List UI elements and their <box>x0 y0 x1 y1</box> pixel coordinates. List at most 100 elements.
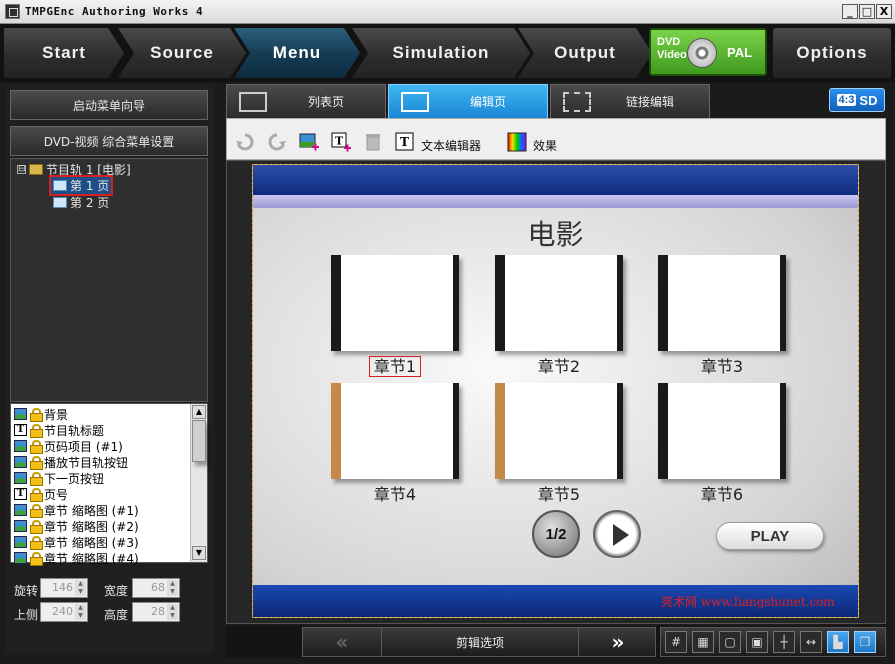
layer-item-label: 节目轨标题 <box>44 423 105 438</box>
align-left-icon[interactable]: ▙ <box>827 631 849 653</box>
tab-link-edit-label: 链接编辑 <box>625 95 674 109</box>
lock-icon[interactable] <box>30 456 43 470</box>
lock-icon[interactable] <box>30 552 43 566</box>
chapter-thumbnail-4[interactable] <box>331 383 459 479</box>
pal-label: PAL <box>727 45 753 60</box>
chapter-thumbnail-2[interactable] <box>495 255 623 351</box>
tree-item-page-1[interactable]: 第 1 页 <box>49 174 114 196</box>
lock-icon[interactable] <box>30 504 43 518</box>
nav-output[interactable]: Output <box>518 28 652 78</box>
layer-item[interactable]: 页码项目 (#1) <box>14 438 123 454</box>
scroll-down-arrow-icon[interactable]: ▼ <box>192 546 206 560</box>
text-editor-icon[interactable]: T <box>395 132 415 152</box>
safe-area-icon[interactable]: ▢ <box>719 631 741 653</box>
chapter-thumbnail-6[interactable] <box>658 383 786 479</box>
play-button[interactable]: PLAY <box>716 522 824 550</box>
text-layer-icon: T <box>14 488 27 500</box>
page-tree: ⊟ 节目轨 1 [电影] 第 1 页 第 2 页 <box>10 158 208 402</box>
maximize-button[interactable]: □ <box>859 4 875 19</box>
chapter-label-4[interactable]: 章节4 <box>331 481 459 505</box>
top-band[interactable] <box>253 165 858 195</box>
nav-menu[interactable]: Menu <box>234 28 360 78</box>
tree-item-page-2[interactable]: 第 2 页 <box>53 194 109 210</box>
fit-icon[interactable]: ▣ <box>746 631 768 653</box>
rotate-label: 旋转 <box>14 584 39 598</box>
top-input[interactable]: 240 <box>40 602 88 622</box>
layer-list: 背景 T 节目轨标题 页码项目 (#1) 播放节目轨按钮 下一页按钮 T 页号 章节 缩略图 (… <box>10 403 208 566</box>
layer-item-label: 章节 缩略图 (#4) <box>44 551 139 566</box>
top-stripe[interactable] <box>253 195 858 208</box>
disc-icon <box>687 38 717 68</box>
lock-icon[interactable] <box>30 440 43 454</box>
layer-item[interactable]: T 节目轨标题 <box>14 422 104 438</box>
image-layer-icon <box>14 504 27 516</box>
chapter-thumbnail-5[interactable] <box>495 383 623 479</box>
lock-icon[interactable] <box>30 408 43 422</box>
chapter-label-5[interactable]: 章节5 <box>495 481 623 505</box>
effects-icon[interactable] <box>507 132 527 152</box>
menu-preview-canvas[interactable]: 电影 章节1 章节2 章节3 章节4 章节5 章节6 1/2 PLAY 亮术网 … <box>252 164 859 618</box>
layer-item[interactable]: 背景 <box>14 406 68 422</box>
stretch-icon[interactable]: ↔ <box>800 631 822 653</box>
lock-icon[interactable] <box>30 520 43 534</box>
chapter-label-6[interactable]: 章节6 <box>658 481 786 505</box>
chapter-label-3[interactable]: 章节3 <box>658 353 786 377</box>
next-chevron-icon[interactable]: » <box>579 628 657 656</box>
copy-icon[interactable]: ❐ <box>854 631 876 653</box>
layer-item[interactable]: 播放节目轨按钮 <box>14 454 128 470</box>
lock-icon[interactable] <box>30 472 43 486</box>
top-label: 上侧 <box>14 608 39 622</box>
center-icon[interactable]: ┼ <box>773 631 795 653</box>
nav-source[interactable]: Source <box>118 28 246 78</box>
layer-item[interactable]: 章节 缩略图 (#4) <box>14 550 139 566</box>
height-input[interactable]: 28 <box>132 602 180 622</box>
chapter-thumbnail-3[interactable] <box>658 255 786 351</box>
next-page-play-icon[interactable] <box>593 510 641 558</box>
scroll-up-arrow-icon[interactable]: ▲ <box>192 405 206 419</box>
chapter-label-2[interactable]: 章节2 <box>495 353 623 377</box>
minimize-button[interactable]: _ <box>842 4 858 19</box>
undo-icon[interactable] <box>235 132 255 152</box>
page-number-button[interactable]: 1/2 <box>532 510 580 558</box>
chapter-thumbnail-1[interactable] <box>331 255 459 351</box>
aspect-ratio-badge[interactable]: 4:3 SD <box>829 88 885 112</box>
layer-item[interactable]: T 页号 <box>14 486 68 502</box>
menu-title[interactable]: 电影 <box>253 213 858 253</box>
chapter-label-1[interactable]: 章节1 <box>331 353 459 377</box>
layer-item[interactable]: 章节 缩略图 (#3) <box>14 534 139 550</box>
width-input[interactable]: 68 <box>132 578 180 598</box>
nav-start[interactable]: Start <box>4 28 124 78</box>
close-button[interactable]: X <box>876 4 892 19</box>
collapse-icon[interactable]: ⊟ <box>17 164 26 174</box>
layer-list-scrollbar[interactable]: ▲ ▼ <box>190 404 207 562</box>
lock-icon[interactable] <box>30 488 43 502</box>
menu-wizard-button[interactable]: 启动菜单向导 <box>10 90 208 120</box>
rotate-input[interactable]: 146 <box>40 578 88 598</box>
lock-icon[interactable] <box>30 424 43 438</box>
add-image-icon[interactable] <box>299 132 319 152</box>
clip-options-button[interactable]: 剪辑选项 <box>381 628 579 656</box>
effects-label[interactable]: 效果 <box>533 137 557 154</box>
grid-icon[interactable]: # <box>665 631 687 653</box>
image-layer-icon <box>14 472 27 484</box>
text-editor-label[interactable]: 文本编辑器 <box>421 137 481 154</box>
add-text-icon[interactable]: T <box>331 132 351 152</box>
grid-fine-icon[interactable]: ▦ <box>692 631 714 653</box>
previous-chevron-icon[interactable]: « <box>303 628 381 656</box>
layer-item[interactable]: 下一页按钮 <box>14 470 104 486</box>
nav-options[interactable]: Options <box>773 28 891 78</box>
tab-link-edit[interactable]: 链接编辑 <box>550 84 710 118</box>
layer-item[interactable]: 章节 缩略图 (#2) <box>14 518 139 534</box>
redo-icon[interactable] <box>267 132 287 152</box>
dvd-video-pal-badge[interactable]: DVD Video PAL <box>649 28 767 76</box>
layer-item[interactable]: 章节 缩略图 (#1) <box>14 502 139 518</box>
scroll-thumb[interactable] <box>192 420 206 462</box>
image-layer-icon <box>14 408 27 420</box>
menu-settings-button[interactable]: DVD-视频 综合菜单设置 <box>10 126 208 156</box>
lock-icon[interactable] <box>30 536 43 550</box>
delete-icon[interactable] <box>363 132 383 152</box>
tab-list-page[interactable]: 列表页 <box>226 84 386 118</box>
clip-navigation-group: « 剪辑选项 » <box>302 627 656 657</box>
nav-simulation[interactable]: Simulation <box>352 28 530 78</box>
tab-edit-page[interactable]: 编辑页 <box>388 84 548 118</box>
